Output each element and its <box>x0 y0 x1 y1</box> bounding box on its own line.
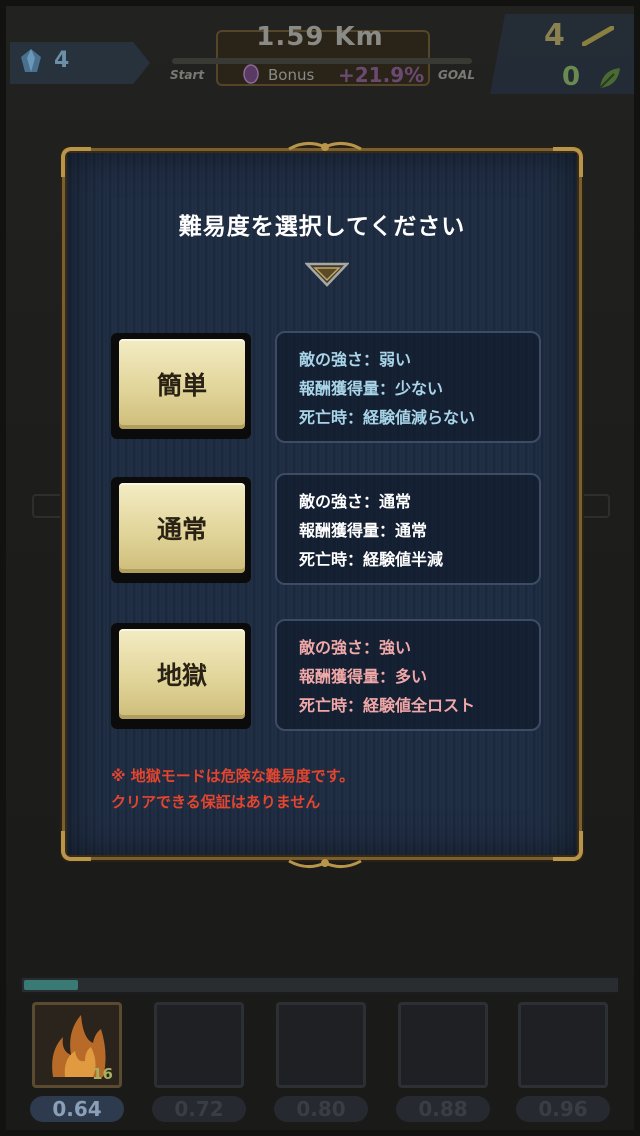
bonus-value: +21.9% <box>338 63 425 87</box>
slot-cost: 0.88 <box>396 1096 490 1122</box>
unit-slot[interactable] <box>276 1002 366 1088</box>
hell-enemy-strength: 敵の強さ：強い <box>299 638 412 657</box>
slot-cost: 0.96 <box>516 1096 610 1122</box>
hell-button-label: 地獄 <box>156 661 207 690</box>
unit-slot[interactable]: 16 <box>32 1002 122 1088</box>
normal-enemy-strength: 敵の強さ：通常 <box>299 492 412 511</box>
hell-warning-text: ※ 地獄モードは危険な難易度です。 クリアできる保証はありません <box>111 763 354 815</box>
normal-info-box: 敵の強さ：通常 報酬獲得量：通常 死亡時：経験値半減 <box>275 473 541 585</box>
easy-enemy-strength: 敵の強さ：弱い <box>299 350 412 369</box>
slot-cost: 0.80 <box>274 1096 368 1122</box>
slot-cost: 0.64 <box>30 1096 124 1122</box>
hell-death-penalty: 死亡時：経験値全ロスト <box>299 696 476 715</box>
slot-level: 16 <box>92 1065 113 1083</box>
experience-bar-fill <box>24 980 78 990</box>
bonus-gem-icon <box>243 64 259 84</box>
normal-reward-amount: 報酬獲得量：通常 <box>299 521 428 540</box>
frame-corner <box>61 831 91 861</box>
frame-corner <box>61 147 91 177</box>
button-face: 地獄 <box>119 629 245 719</box>
top-ornament-icon <box>288 142 362 151</box>
key-count: 4 <box>544 18 565 53</box>
easy-button[interactable]: 簡単 <box>111 333 251 439</box>
start-label: Start <box>170 68 205 82</box>
easy-button-label: 簡単 <box>156 371 207 400</box>
hell-reward-amount: 報酬獲得量：多い <box>299 667 428 686</box>
goal-label: GOAL <box>438 68 475 82</box>
warning-line: ※ 地獄モードは危険な難易度です。 <box>111 767 355 785</box>
unit-slot[interactable] <box>398 1002 488 1088</box>
normal-button-label: 通常 <box>156 515 207 544</box>
normal-death-penalty: 死亡時：経験値半減 <box>299 550 444 569</box>
triangle-gem-icon <box>305 262 349 287</box>
bottom-ornament-icon <box>288 859 362 868</box>
leaf-icon <box>599 68 620 89</box>
key-icon <box>582 26 614 46</box>
frame-corner <box>553 831 583 861</box>
easy-info-box: 敵の強さ：弱い 報酬獲得量：少ない 死亡時：経験値減らない <box>275 331 541 443</box>
normal-button[interactable]: 通常 <box>111 477 251 583</box>
hell-info-box: 敵の強さ：強い 報酬獲得量：多い 死亡時：経験値全ロスト <box>275 619 541 731</box>
button-face: 簡単 <box>119 339 245 429</box>
easy-reward-amount: 報酬獲得量：少ない <box>299 379 444 398</box>
top-hud: 4 1.59 Km Start GOAL Bonus +21.9% 4 0 <box>0 0 640 100</box>
easy-death-penalty: 死亡時：経験値減らない <box>299 408 476 427</box>
difficulty-dialog: 難易度を選択してください 簡単 敵の強さ：弱い 報酬獲得量：少ない 死亡時：経験… <box>61 142 583 868</box>
unit-slot[interactable] <box>154 1002 244 1088</box>
unit-slot[interactable] <box>518 1002 608 1088</box>
frame-corner <box>553 147 583 177</box>
hell-button[interactable]: 地獄 <box>111 623 251 729</box>
distance-track <box>172 58 472 64</box>
slot-cost: 0.72 <box>152 1096 246 1122</box>
leaf-count: 0 <box>562 62 581 92</box>
game-screen: 4 1.59 Km Start GOAL Bonus +21.9% 4 0 難易… <box>0 0 640 1136</box>
bonus-label: Bonus <box>268 66 315 84</box>
button-face: 通常 <box>119 483 245 573</box>
warning-line: クリアできる保証はありません <box>111 793 321 811</box>
dialog-title: 難易度を選択してください <box>178 214 466 240</box>
experience-bar <box>20 976 620 994</box>
